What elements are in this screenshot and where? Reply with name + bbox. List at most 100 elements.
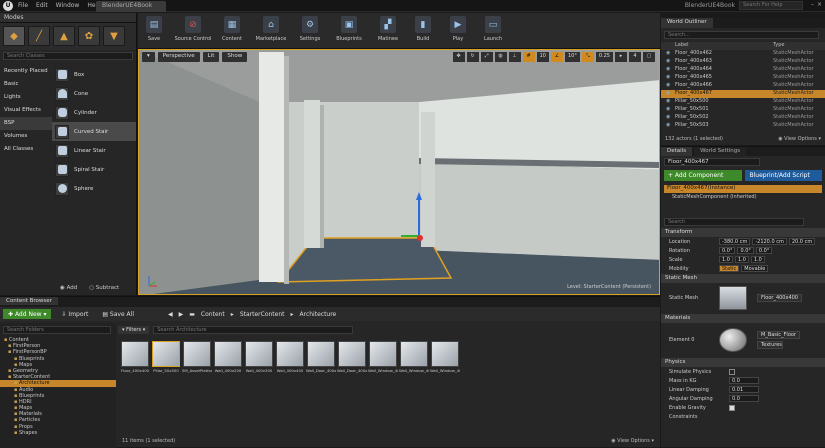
asset-tile[interactable]: Wall_Window_400x300 [368, 341, 398, 383]
cb-view-options-button[interactable]: ◉ View Options ▾ [611, 438, 654, 444]
static-mesh-section[interactable]: Static Mesh [661, 274, 825, 283]
physics-value-field[interactable]: 0.0 [729, 377, 759, 384]
tab-details[interactable]: Details [661, 147, 693, 156]
scale-tool-icon[interactable]: ⤢ [480, 52, 493, 62]
visibility-eye-icon[interactable]: ◉ [666, 122, 675, 130]
category-volumes[interactable]: Volumes [0, 130, 52, 143]
component-row[interactable]: StaticMeshComponent (Inherited) [664, 194, 822, 202]
asset-tile[interactable]: Floor_400x400 [121, 341, 149, 383]
column-label[interactable]: Label [675, 42, 773, 50]
physics-value-field[interactable]: 0.01 [729, 386, 759, 393]
breadcrumb-architecture[interactable]: Architecture [300, 311, 337, 318]
physics-checkbox[interactable] [729, 368, 735, 375]
foliage-mode-icon[interactable]: ✿ [78, 26, 100, 46]
physics-section[interactable]: Physics [661, 358, 825, 367]
rotation-x-field[interactable]: 0.0° [719, 247, 736, 254]
save-all-button[interactable]: ▤ Save All [98, 310, 138, 319]
asset-tile[interactable]: SM_AssetPlatform [182, 341, 212, 383]
table-row[interactable]: ◉ Floor_400x467 StaticMeshActor [661, 90, 825, 98]
mobility-movable-button[interactable]: Movable [741, 265, 769, 272]
asset-tile[interactable]: Pillar_50x500 [152, 341, 180, 383]
filters-button[interactable]: ▾ Filters ▾ [118, 326, 150, 334]
rotation-snap-icon[interactable]: ∠ [550, 52, 563, 62]
scale-x-field[interactable]: 1.0 [719, 256, 733, 263]
visibility-eye-icon[interactable]: ◉ [666, 82, 675, 90]
menu-window[interactable]: Window [56, 2, 80, 9]
menu-file[interactable]: File [18, 2, 28, 9]
geometry-mode-icon[interactable]: ▼ [103, 26, 125, 46]
column-type[interactable]: Type [773, 42, 784, 50]
table-row[interactable]: ◉ Floor_400x466 StaticMeshActor [661, 82, 825, 90]
outliner-search-input[interactable]: Search... [664, 31, 819, 39]
list-item[interactable]: Curved Stair [52, 122, 136, 141]
save-button[interactable]: ▤ Save [138, 16, 170, 48]
visibility-eye-icon[interactable]: ◉ [666, 106, 675, 114]
mesh-thumbnail[interactable] [719, 286, 747, 310]
build-button[interactable]: ▮ Build [407, 16, 439, 48]
blueprints-button[interactable]: ▣ Blueprints [329, 16, 369, 48]
back-icon[interactable]: ◀ [168, 311, 173, 318]
level-tab[interactable]: BlenderUE4Book [96, 1, 166, 12]
maximize-icon[interactable]: ▢ [643, 52, 655, 62]
blueprint-add-script-button[interactable]: Blueprint/Add Script [745, 170, 822, 181]
subtract-brush-radio[interactable]: ○ Subtract [89, 285, 119, 291]
table-row[interactable]: ◉ Floor_400x463 StaticMeshActor [661, 58, 825, 66]
settings-button[interactable]: ⚙ Settings [294, 16, 326, 48]
scale-snap-value[interactable]: 0.25 [595, 52, 613, 62]
visibility-eye-icon[interactable]: ◉ [666, 74, 675, 82]
actor-name-field[interactable]: Floor_400x467 [664, 158, 760, 166]
forward-icon[interactable]: ▶ [179, 311, 184, 318]
category-basic[interactable]: Basic [0, 78, 52, 91]
list-item[interactable]: Cone [52, 84, 136, 103]
camera-speed-icon[interactable]: ▸ [615, 52, 627, 62]
viewport-menu-button[interactable]: ▾ [142, 52, 155, 62]
location-z-field[interactable]: 20.0 cm [788, 238, 816, 245]
asset-tile[interactable]: Wall_Window_400x400 [430, 341, 460, 383]
materials-section[interactable]: Materials [661, 314, 825, 323]
visibility-eye-icon[interactable]: ◉ [666, 114, 675, 122]
details-search-input[interactable]: Search [664, 218, 804, 226]
list-item[interactable]: Linear Stair [52, 141, 136, 160]
tree-item[interactable]: ▪ Shapes [0, 430, 116, 436]
table-row[interactable]: ◉ Pillar_50x502 StaticMeshActor [661, 114, 825, 122]
minimize-icon[interactable]: – [811, 1, 814, 8]
asset-tile[interactable]: Wall_400x200 [214, 341, 242, 383]
level-viewport[interactable]: ▾ Perspective Lit Show ✥ ↻ ⤢ ◍ ⊥ # 10 ∠ … [138, 49, 660, 295]
visibility-eye-icon[interactable]: ◉ [666, 66, 675, 74]
surface-snap-icon[interactable]: ⊥ [508, 52, 521, 62]
place-mode-icon[interactable]: ◆ [3, 26, 25, 46]
world-local-icon[interactable]: ◍ [494, 52, 507, 62]
menu-edit[interactable]: Edit [36, 2, 48, 9]
table-row[interactable]: ◉ Floor_400x464 StaticMeshActor [661, 66, 825, 74]
search-folders-input[interactable]: Search Folders [3, 326, 111, 334]
mobility-static-button[interactable]: Static [719, 265, 740, 272]
breadcrumb-startercontent[interactable]: StarterContent [240, 311, 285, 318]
tab-content-browser[interactable]: Content Browser [0, 297, 58, 305]
import-button[interactable]: ⇩ Import [57, 310, 92, 319]
add-component-button[interactable]: + Add Component [664, 170, 743, 181]
camera-speed-value[interactable]: 4 [629, 52, 641, 62]
perspective-button[interactable]: Perspective [157, 52, 200, 62]
grid-snap-icon[interactable]: # [522, 52, 535, 62]
physics-value-field[interactable]: 0.0 [729, 395, 759, 402]
content-button[interactable]: ▦ Content [216, 16, 248, 48]
transform-section[interactable]: Transform [661, 228, 825, 237]
category-visual-effects[interactable]: Visual Effects [0, 104, 52, 117]
landscape-mode-icon[interactable]: ▲ [53, 26, 75, 46]
physics-checkbox[interactable] [729, 404, 735, 411]
scale-y-field[interactable]: 1.0 [734, 256, 749, 263]
asset-tile[interactable]: Wall_400x300 [245, 341, 273, 383]
view-options-button[interactable]: ◉ View Options ▾ [778, 136, 821, 142]
location-x-field[interactable]: -380.0 cm [719, 238, 751, 245]
show-button[interactable]: Show [222, 52, 248, 62]
list-item[interactable]: Cylinder [52, 103, 136, 122]
static-mesh-dropdown[interactable]: Floor_400x400 [757, 294, 802, 302]
source-control-button[interactable]: ⊘ Source Control [173, 16, 213, 48]
visibility-eye-icon[interactable]: ◉ [666, 58, 675, 66]
translate-tool-icon[interactable]: ✥ [452, 52, 465, 62]
material-dropdown[interactable]: M_Basic_Floor [757, 331, 800, 339]
asset-tile[interactable]: Wall_Door_400x400 [337, 341, 367, 383]
matinee-button[interactable]: ▞ Matinee [372, 16, 404, 48]
category-all-classes[interactable]: All Classes [0, 143, 52, 156]
table-row[interactable]: ◉ Pillar_50x503 StaticMeshActor [661, 122, 825, 130]
